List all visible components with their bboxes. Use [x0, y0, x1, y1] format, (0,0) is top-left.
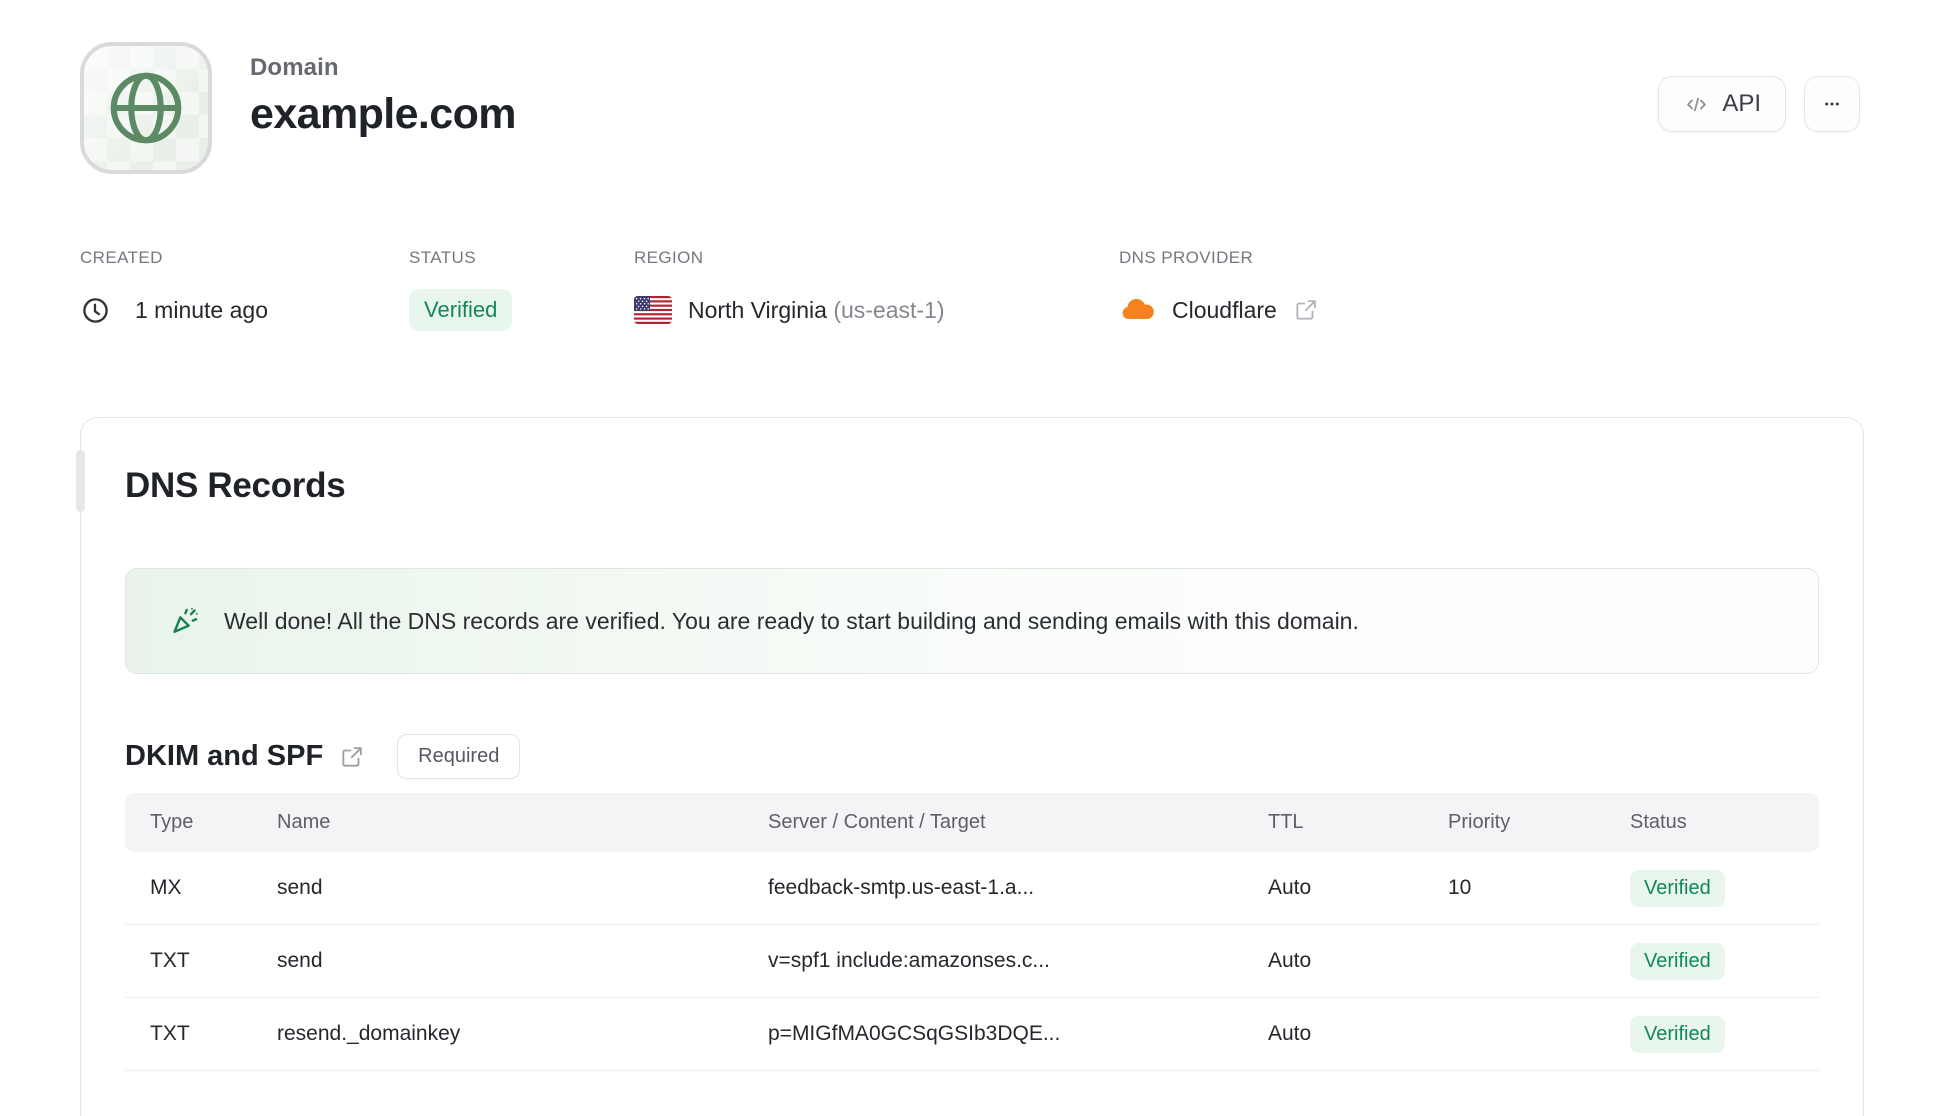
globe-icon — [103, 65, 189, 151]
column-priority: Priority — [1448, 811, 1511, 833]
dns-records-card: DNS Records Well done! All the DNS recor… — [76, 417, 1864, 1116]
created-value: 1 minute ago — [135, 296, 268, 323]
domain-detail-page: Domain example.com API CREATED 1 minute … — [0, 0, 1944, 1116]
code-icon — [1683, 91, 1710, 118]
meta-region: REGION North Virginia (us-east-1) — [634, 248, 1119, 333]
status-label: STATUS — [409, 248, 476, 267]
column-content: Server / Content / Target — [768, 811, 986, 833]
card-section-pill — [76, 450, 85, 512]
api-button[interactable]: API — [1658, 76, 1786, 132]
record-status-badge: Verified — [1630, 942, 1725, 980]
domain-meta: CREATED 1 minute ago STATUS Verified REG… — [0, 248, 1944, 333]
region-code: (us-east-1) — [833, 296, 945, 323]
page-title: example.com — [250, 90, 516, 138]
record-name: send — [277, 876, 323, 899]
column-type: Type — [150, 811, 194, 833]
domain-avatar — [80, 42, 212, 174]
record-name: send — [277, 949, 323, 972]
external-link-icon[interactable] — [339, 744, 365, 770]
more-options-button[interactable] — [1804, 76, 1860, 132]
record-content: p=MIGfMA0GCSqGSIb3DQE... — [768, 1022, 1061, 1045]
region-label: REGION — [634, 248, 704, 267]
table-row[interactable]: TXT resend._domainkey p=MIGfMA0GCSqGSIb3… — [125, 998, 1819, 1071]
meta-dns-provider: DNS PROVIDER Cloudflare — [1119, 248, 1864, 333]
record-name: resend._domainkey — [277, 1022, 461, 1045]
meta-created: CREATED 1 minute ago — [80, 248, 409, 333]
domain-identity: Domain example.com — [80, 42, 516, 174]
record-ttl: Auto — [1268, 1022, 1312, 1045]
record-ttl: Auto — [1268, 949, 1312, 972]
external-link-icon[interactable] — [1293, 297, 1319, 323]
dkim-spf-section-header: DKIM and SPF Required — [125, 734, 1819, 779]
record-ttl: Auto — [1268, 876, 1312, 899]
column-ttl: TTL — [1268, 811, 1304, 833]
clock-icon — [80, 295, 111, 326]
required-badge: Required — [397, 734, 521, 779]
verification-success-banner: Well done! All the DNS records are verif… — [125, 568, 1819, 674]
record-status-badge: Verified — [1630, 1015, 1725, 1053]
api-button-label: API — [1722, 90, 1761, 117]
record-type: MX — [150, 876, 182, 899]
page-eyebrow: Domain — [250, 54, 339, 81]
record-status-badge: Verified — [1630, 869, 1725, 907]
status-badge: Verified — [409, 289, 513, 331]
dns-provider-value: Cloudflare — [1172, 296, 1277, 323]
record-content: v=spf1 include:amazonses.c... — [768, 949, 1050, 972]
header-actions: API — [1658, 42, 1860, 132]
dns-records-table: Type Name Server / Content / Target TTL … — [125, 793, 1819, 1071]
column-name: Name — [277, 811, 331, 833]
column-status: Status — [1630, 811, 1687, 833]
meta-status: STATUS Verified — [409, 248, 634, 333]
banner-text: Well done! All the DNS records are verif… — [224, 607, 1359, 634]
record-priority: 10 — [1448, 876, 1472, 899]
record-type: TXT — [150, 1022, 190, 1045]
ellipsis-icon — [1819, 91, 1845, 117]
cloudflare-icon — [1119, 297, 1156, 324]
us-flag-icon — [634, 296, 672, 324]
page-header: Domain example.com API — [0, 0, 1944, 174]
created-label: CREATED — [80, 248, 163, 267]
table-row[interactable]: TXT send v=spf1 include:amazonses.c... A… — [125, 925, 1819, 998]
title-block: Domain example.com — [250, 42, 516, 174]
dns-records-title: DNS Records — [125, 466, 346, 505]
table-header-row: Type Name Server / Content / Target TTL … — [125, 793, 1819, 852]
region-value: North Virginia (us-east-1) — [688, 296, 945, 323]
record-content: feedback-smtp.us-east-1.a... — [768, 876, 1035, 899]
party-popper-icon — [168, 604, 202, 638]
table-row[interactable]: MX send feedback-smtp.us-east-1.a... Aut… — [125, 852, 1819, 925]
dns-provider-label: DNS PROVIDER — [1119, 248, 1254, 267]
dkim-spf-title: DKIM and SPF — [125, 740, 324, 772]
record-type: TXT — [150, 949, 190, 972]
